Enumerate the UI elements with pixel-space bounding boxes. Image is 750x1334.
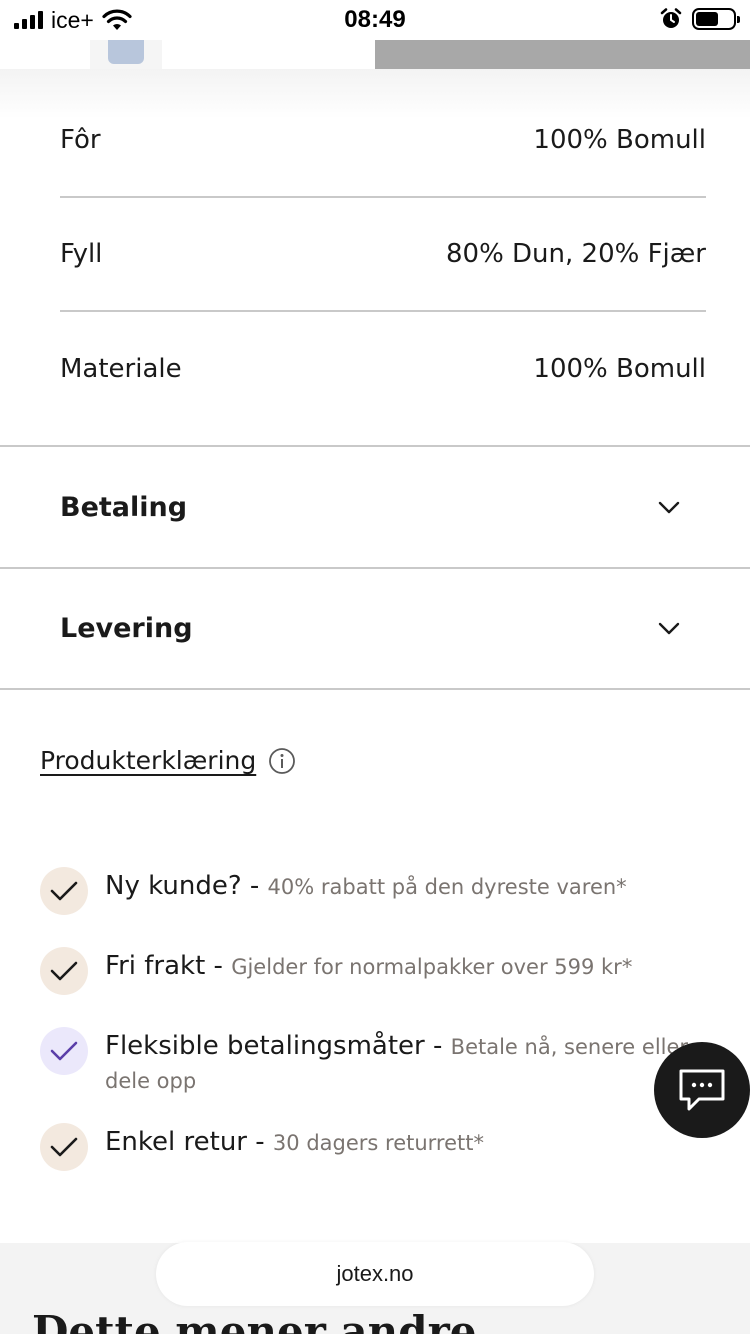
usp-text: Ny kunde? - 40% rabatt på den dyreste va… [105,870,627,904]
sticky-product-bar[interactable] [0,40,750,69]
alarm-icon [660,8,682,28]
check-icon [40,1027,88,1075]
info-icon[interactable] [268,747,296,775]
browser-address-bar[interactable]: jotex.no [156,1242,594,1306]
product-thumbnail-image [108,40,144,64]
spec-value: 100% Bomull [533,125,706,155]
usp-item: Ny kunde? - 40% rabatt på den dyreste va… [40,867,690,915]
browser-url: jotex.no [336,1261,414,1286]
status-right [660,8,740,30]
usp-detail: Gjelder for normalpakker over 599 kr* [231,955,633,979]
product-declaration: Produkterklæring [40,746,296,775]
usp-separator: - [205,951,232,981]
usp-separator: - [241,871,268,901]
usp-separator: - [247,1127,273,1157]
usp-item: Fri frakt - Gjelder for normalpakker ove… [40,947,690,995]
usp-title: Fri frakt [105,951,206,981]
usp-detail: 40% rabatt på den dyreste varen* [267,875,627,899]
reviews-heading: Dette mener andre [32,1307,477,1334]
accordion-levering[interactable]: Levering [0,567,750,690]
product-declaration-link[interactable]: Produkterklæring [40,746,256,775]
battery-icon [692,8,740,30]
spec-label: Fyll [60,239,103,269]
usp-text: Enkel retur - 30 dagers returrett* [105,1126,484,1160]
usp-title: Enkel retur [105,1127,247,1157]
chat-icon [679,1069,725,1111]
chevron-down-icon[interactable] [658,501,680,515]
accordion-title: Levering [60,613,193,644]
usp-item: Enkel retur - 30 dagers returrett* [40,1123,690,1171]
usp-detail: 30 dagers returrett* [272,1131,484,1155]
status-time: 08:49 [344,6,406,33]
product-thumbnail[interactable] [90,40,162,69]
check-icon [40,867,88,915]
check-icon [40,947,88,995]
spec-value: 100% Bomull [533,354,706,384]
check-icon [40,1123,88,1171]
accordion-title: Betaling [60,492,188,523]
status-bar: ice+ 08:49 [0,0,750,40]
spec-row: Fyll 80% Dun, 20% Fjær [60,198,706,312]
accordion-betaling[interactable]: Betaling [0,445,750,568]
spec-table: Fôr 100% Bomull Fyll 80% Dun, 20% Fjær M… [60,84,706,426]
usp-text: Fleksible betalingsmåter - Betale nå, se… [105,1030,690,1098]
usp-title: Fleksible betalingsmåter [105,1031,425,1061]
spec-row: Materiale 100% Bomull [60,312,706,426]
add-to-cart-bar[interactable] [375,40,750,69]
spec-value: 80% Dun, 20% Fjær [445,239,706,269]
spec-label: Fôr [60,125,101,155]
chat-button[interactable] [654,1042,750,1138]
usp-text: Fri frakt - Gjelder for normalpakker ove… [105,950,632,984]
usp-separator: - [424,1031,451,1061]
usp-title: Ny kunde? [105,871,242,901]
usp-item: Fleksible betalingsmåter - Betale nå, se… [40,1027,690,1098]
chevron-down-icon[interactable] [658,622,680,636]
spec-row: Fôr 100% Bomull [60,84,706,198]
spec-label: Materiale [60,354,182,384]
